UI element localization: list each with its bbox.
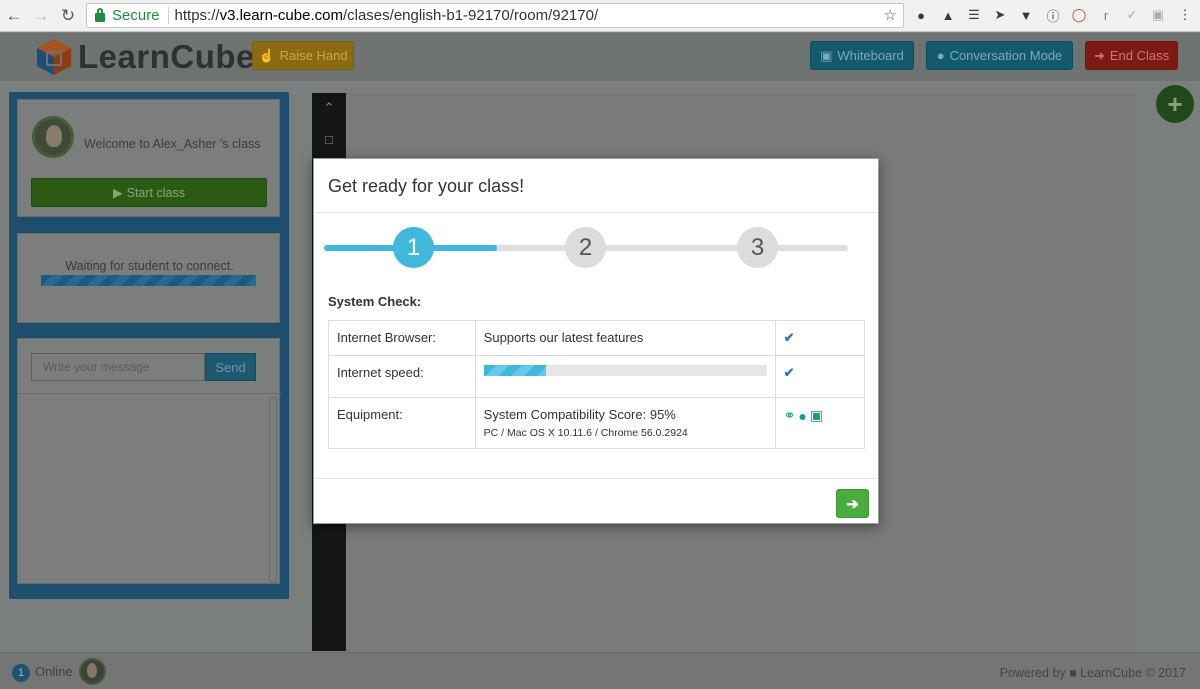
camera-icon: ▣ [809, 407, 824, 423]
message-input[interactable]: Write your message [31, 353, 205, 381]
learncube-logo: LearnCube [34, 37, 255, 77]
app-footer: 1 Online Powered by ■ LearnCube © 2017 [0, 652, 1200, 689]
compat-score: System Compatibility Score: 95% [483, 407, 676, 422]
conversation-mode-button[interactable]: ● Conversation Mode [926, 41, 1073, 70]
online-user-avatar[interactable] [79, 658, 106, 685]
arrow-right-icon: ➔ [846, 495, 859, 513]
table-row: Equipment: System Compatibility Score: 9… [328, 397, 866, 449]
get-ready-modal: Get ready for your class! 1 2 3 System C… [313, 158, 879, 524]
whiteboard-button[interactable]: ▣ Whiteboard [810, 41, 914, 70]
monitor-icon: ▣ [820, 47, 833, 63]
cube-logo-icon [37, 39, 71, 75]
pocket-icon[interactable]: ▼ [1018, 7, 1034, 23]
box-icon[interactable]: ▣ [1150, 7, 1166, 23]
lock-icon [95, 8, 105, 22]
check-icon: ✔ [783, 330, 795, 345]
cat-icon[interactable]: ▲ [940, 7, 956, 23]
system-check-heading: System Check: [328, 294, 422, 309]
system-info: PC / Mac OS X 10.11.6 / Chrome 56.0.2924 [483, 427, 688, 439]
url-host: v3.learn-cube.com [219, 7, 343, 24]
start-class-button[interactable]: ▶ Start class [31, 178, 267, 207]
speed-label: Internet speed: [328, 355, 476, 398]
send-button[interactable]: Send [205, 353, 256, 381]
powered-by: Powered by ■ LearnCube © 2017 [1000, 666, 1186, 680]
modal-footer: ➔ [314, 478, 878, 523]
equipment-label: Equipment: [328, 397, 476, 449]
end-class-button[interactable]: ➜ End Class [1085, 41, 1178, 70]
modal-title: Get ready for your class! [328, 176, 525, 196]
equipment-icons-cell: ⚭ ● ▣ [774, 397, 866, 449]
raise-hand-button[interactable]: ☝ Raise Hand [252, 41, 354, 70]
left-sidebar: Welcome to Alex_Asher 's class ▶ Start c… [9, 92, 289, 599]
rocket-icon[interactable]: ➤ [992, 7, 1008, 23]
brand-name: LearnCube [78, 38, 255, 75]
menu-dots-icon[interactable]: ⋮ [1177, 7, 1193, 23]
file-icon[interactable]: □ [321, 131, 337, 147]
url-scheme: https:// [174, 7, 220, 24]
browser-check-cell: ✔ [774, 320, 866, 356]
powered-brand: LearnCube © 2017 [1080, 666, 1186, 680]
cookie-icon[interactable]: ● [913, 7, 929, 23]
speed-progress-bar [483, 365, 767, 376]
table-row: Internet speed: ✔ [328, 355, 866, 398]
waiting-text: Waiting for student to connect. [65, 259, 234, 273]
microphone-icon: ● [798, 407, 807, 424]
info-icon[interactable]: ⓘ [1045, 7, 1061, 24]
stack-icon[interactable]: ☰ [966, 7, 982, 23]
play-icon: ▶ [113, 186, 123, 200]
step-2: 2 [565, 227, 606, 268]
bookmark-star-icon[interactable]: ☆ [884, 6, 897, 24]
browser-toolbar: ← → ↻ Secure https://v3.learn-cube.com/c… [0, 0, 1200, 32]
chat-card: Write your message Send [17, 338, 281, 584]
waiting-progress-bar [41, 275, 256, 286]
whiteboard-label: Whiteboard [837, 48, 904, 63]
speed-progress-fill [483, 365, 546, 376]
app-header: LearnCube ☝ Raise Hand ▣ Whiteboard ● Co… [0, 33, 1200, 81]
plus-icon: + [1167, 88, 1183, 119]
url-path: /clases/english-b1-92170/room/92170/ [342, 7, 599, 24]
online-label: Online [35, 664, 73, 679]
cube-small-icon: ■ [1069, 666, 1077, 680]
waiting-card: Waiting for student to connect. [17, 233, 280, 323]
modal-divider [314, 212, 878, 213]
add-button[interactable]: + [1156, 85, 1194, 123]
table-row: Internet Browser: Supports our latest fe… [328, 320, 866, 356]
chat-bubbles-icon: ● [936, 48, 945, 63]
online-count-badge: 1 [12, 664, 30, 682]
welcome-text: Welcome to Alex_Asher 's class [84, 137, 261, 151]
powered-by-label: Powered by [999, 666, 1066, 680]
equipment-cell: System Compatibility Score: 95% PC / Mac… [474, 397, 776, 449]
step-1: 1 [393, 227, 434, 268]
secure-label: Secure [112, 7, 169, 24]
browser-value: Supports our latest features [474, 320, 776, 356]
chevron-up-icon[interactable]: ⌃ [321, 100, 337, 116]
sign-out-icon: ➜ [1093, 47, 1105, 63]
headphones-icon: ⚭ [783, 407, 796, 423]
step-3: 3 [737, 227, 778, 268]
chat-area [18, 393, 281, 584]
speed-check-cell: ✔ [774, 355, 866, 398]
address-bar[interactable]: Secure https://v3.learn-cube.com/clases/… [86, 3, 904, 28]
check-ext-icon[interactable]: ✓ [1124, 7, 1140, 23]
r-icon[interactable]: r [1098, 7, 1114, 23]
back-icon[interactable]: ← [2, 4, 26, 28]
raise-hand-label: Raise Hand [279, 48, 348, 63]
teacher-card: Welcome to Alex_Asher 's class ▶ Start c… [17, 99, 280, 217]
url-text[interactable]: https://v3.learn-cube.com/clases/english… [175, 7, 599, 24]
reload-icon[interactable]: ↻ [56, 4, 80, 28]
system-check-table: Internet Browser: Supports our latest fe… [328, 320, 866, 449]
start-class-label: Start class [126, 185, 185, 200]
avatar [32, 116, 74, 158]
check-icon: ✔ [783, 365, 795, 380]
opera-icon[interactable]: ◯ [1071, 7, 1087, 23]
forward-icon[interactable]: → [29, 4, 53, 28]
next-button[interactable]: ➔ [836, 489, 869, 518]
speed-cell [474, 355, 776, 398]
end-class-label: End Class [1109, 48, 1170, 63]
browser-label: Internet Browser: [328, 320, 476, 356]
equipment-icons: ⚭ ● ▣ [784, 407, 856, 424]
chat-scrollbar[interactable] [269, 397, 277, 583]
hand-icon: ☝ [258, 47, 275, 63]
conversation-mode-label: Conversation Mode [949, 48, 1063, 63]
